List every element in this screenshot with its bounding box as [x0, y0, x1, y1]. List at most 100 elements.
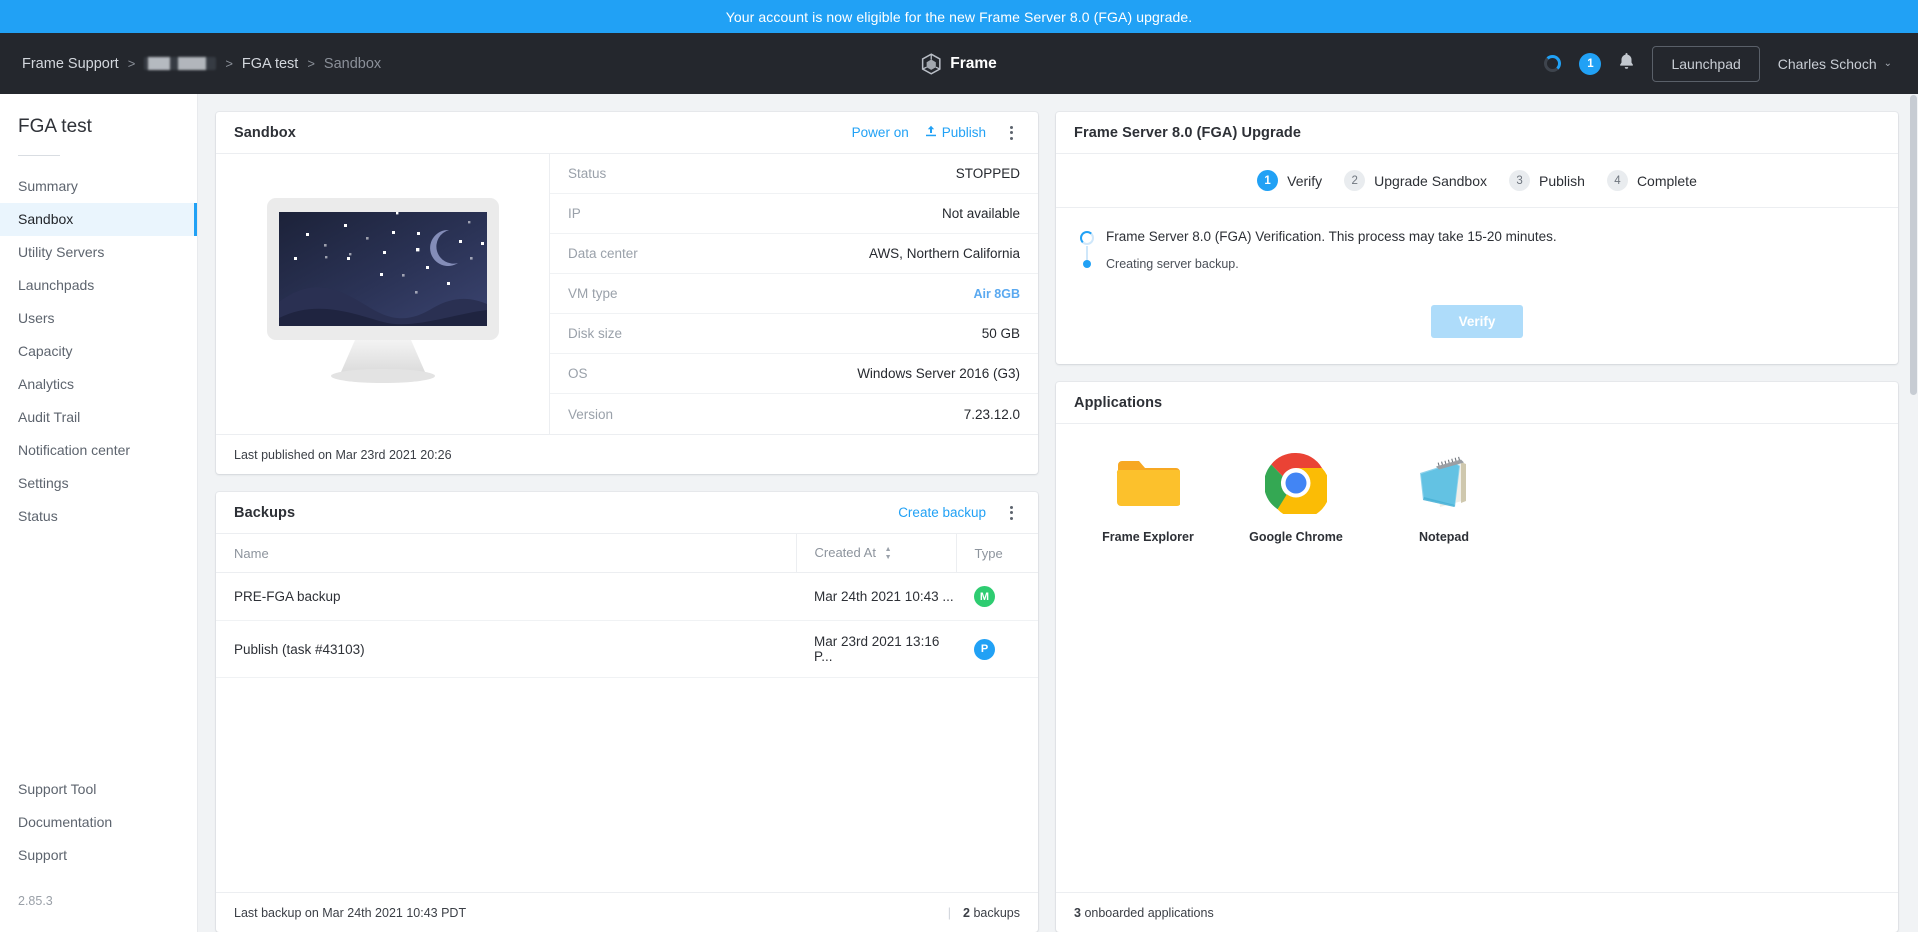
task-count-badge[interactable]: 1: [1579, 52, 1602, 75]
applications-grid: Frame Explorer Google Chrome Notepad: [1056, 424, 1898, 892]
verify-button[interactable]: Verify: [1430, 305, 1524, 338]
sandbox-card-actions: Power on Publish: [852, 124, 1020, 142]
step-verify[interactable]: 1 Verify: [1257, 170, 1322, 191]
sync-spinner-icon: [1544, 55, 1562, 72]
create-backup-button[interactable]: Create backup: [898, 505, 986, 520]
sidebar-item-audit-trail[interactable]: Audit Trail: [0, 401, 197, 434]
step-upgrade-sandbox[interactable]: 2 Upgrade Sandbox: [1344, 170, 1487, 191]
announcement-banner: Your account is now eligible for the new…: [0, 0, 1918, 33]
upgrade-progress-area: Frame Server 8.0 (FGA) Verification. Thi…: [1056, 208, 1898, 283]
step-label: Publish: [1539, 172, 1585, 189]
bell-icon[interactable]: [1619, 52, 1634, 75]
app-tile-google-chrome[interactable]: Google Chrome: [1222, 450, 1370, 892]
main-content: Sandbox Power on Publish Status STOPPED …: [198, 94, 1918, 932]
breadcrumb-item-redacted[interactable]: [144, 57, 217, 70]
sidebar-item-users[interactable]: Users: [0, 302, 197, 335]
progress-main-text: Frame Server 8.0 (FGA) Verification. Thi…: [1106, 229, 1557, 244]
detail-row-ip: IP Not available: [550, 194, 1038, 234]
sidebar-item-support-tool[interactable]: Support Tool: [0, 773, 197, 806]
detail-value: 7.23.12.0: [963, 406, 1020, 422]
sidebar-item-support[interactable]: Support: [0, 839, 197, 872]
detail-label: VM type: [568, 286, 618, 301]
backups-table-head: Name Created At ▲ ▼ Type: [216, 534, 1038, 574]
last-published-label: Last published on Mar 23rd 2021 20:26: [234, 447, 452, 462]
type-avatar: P: [974, 638, 995, 660]
detail-label: Status: [568, 166, 607, 181]
header-actions: 1 Launchpad Charles Schoch ⌄: [1544, 45, 1896, 82]
applications-card: Applications Frame Explorer Google Chrom…: [1056, 382, 1898, 932]
sandbox-card-body: Status STOPPED IP Not available Data cen…: [216, 154, 1038, 434]
step-complete[interactable]: 4 Complete: [1606, 170, 1697, 191]
user-name-label: Charles Schoch: [1777, 55, 1877, 72]
column-header-name[interactable]: Name: [216, 534, 796, 574]
detail-label: Data center: [568, 246, 638, 261]
backups-footer-right: | 2 backups: [948, 906, 1020, 920]
sidebar: FGA test Summary Sandbox Utility Servers…: [0, 94, 198, 932]
sidebar-item-summary[interactable]: Summary: [0, 170, 197, 203]
progress-step-sub: Creating server backup.: [1080, 255, 1874, 273]
onboarded-apps-number: 3: [1074, 905, 1081, 920]
table-row[interactable]: Publish (task #43103) Mar 23rd 2021 13:1…: [216, 620, 1038, 679]
backups-table: Name Created At ▲ ▼ Type PRE-FGA backup …: [216, 534, 1038, 679]
sidebar-item-sandbox[interactable]: Sandbox: [0, 203, 197, 236]
step-label: Upgrade Sandbox: [1374, 172, 1488, 189]
sidebar-item-settings[interactable]: Settings: [0, 467, 197, 500]
upload-icon: [925, 125, 937, 140]
onboarded-apps-count: 3 onboarded applications: [1074, 906, 1214, 920]
sandbox-thumbnail-pane: [216, 154, 550, 434]
table-header-row: Name Created At ▲ ▼ Type: [216, 534, 1038, 574]
sort-arrows-icon[interactable]: ▲ ▼: [885, 546, 892, 561]
app-root: Your account is now eligible for the new…: [0, 0, 1918, 932]
publish-label: Publish: [941, 125, 986, 140]
sidebar-item-documentation[interactable]: Documentation: [0, 806, 197, 839]
column-header-created-at-label: Created At: [814, 545, 876, 560]
column-header-created-at[interactable]: Created At ▲ ▼: [795, 534, 956, 574]
sidebar-item-launchpads[interactable]: Launchpads: [0, 269, 197, 302]
backups-card-actions: Create backup: [898, 504, 1020, 522]
sandbox-card-title: Sandbox: [234, 124, 296, 141]
step-publish[interactable]: 3 Publish: [1509, 170, 1585, 191]
sidebar-item-capacity[interactable]: Capacity: [0, 335, 197, 368]
backup-type-cell: P: [956, 620, 1038, 679]
sidebar-bottom-group: Support Tool Documentation Support 2.85.…: [0, 773, 197, 932]
table-row[interactable]: PRE-FGA backup Mar 24th 2021 10:43 ... M: [216, 572, 1038, 622]
launchpad-button[interactable]: Launchpad: [1652, 45, 1760, 82]
sandbox-details: Status STOPPED IP Not available Data cen…: [550, 154, 1038, 434]
backups-more-menu-icon[interactable]: [1002, 504, 1020, 522]
app-tile-notepad[interactable]: Notepad: [1370, 450, 1518, 892]
publish-button[interactable]: Publish: [925, 125, 986, 140]
backups-empty-space: [216, 678, 1038, 892]
power-on-label: Power on: [851, 125, 909, 140]
vm-type-link[interactable]: Air 8GB: [973, 287, 1020, 301]
banner-message: Your account is now eligible for the new…: [725, 8, 1193, 25]
desktop-monitor-icon: [263, 194, 503, 395]
sandbox-card-header: Sandbox Power on Publish: [216, 112, 1038, 154]
app-tile-frame-explorer[interactable]: Frame Explorer: [1074, 450, 1222, 892]
sandbox-card-footer: Last published on Mar 23rd 2021 20:26: [216, 434, 1038, 474]
footer-divider: |: [947, 905, 951, 920]
backup-name-cell: PRE-FGA backup: [216, 572, 796, 622]
breadcrumb-item-2[interactable]: FGA test: [242, 56, 298, 72]
upgrade-card-title: Frame Server 8.0 (FGA) Upgrade: [1074, 124, 1302, 141]
step-number: 1: [1257, 170, 1279, 191]
sidebar-item-analytics[interactable]: Analytics: [0, 368, 197, 401]
page-scrollbar[interactable]: [1910, 95, 1917, 395]
app-label: Notepad: [1419, 530, 1469, 544]
sandbox-more-menu-icon[interactable]: [1002, 124, 1020, 142]
detail-value: Not available: [941, 206, 1020, 221]
backups-card-footer: Last backup on Mar 24th 2021 10:43 PDT |…: [216, 892, 1038, 932]
breadcrumb-item-0[interactable]: Frame Support: [22, 56, 119, 72]
power-on-button[interactable]: Power on: [852, 125, 909, 140]
sidebar-item-utility-servers[interactable]: Utility Servers: [0, 236, 197, 269]
upgrade-card: Frame Server 8.0 (FGA) Upgrade 1 Verify …: [1056, 112, 1898, 364]
detail-value: STOPPED: [955, 166, 1020, 181]
loading-spinner-icon: [1080, 231, 1094, 245]
detail-row-version: Version 7.23.12.0: [550, 394, 1038, 434]
upgrade-card-header: Frame Server 8.0 (FGA) Upgrade: [1056, 112, 1898, 154]
breadcrumb-item-current: Sandbox: [323, 55, 382, 72]
column-header-type[interactable]: Type: [955, 534, 1038, 574]
sidebar-item-status[interactable]: Status: [0, 500, 197, 533]
user-menu[interactable]: Charles Schoch ⌄: [1778, 56, 1896, 72]
sidebar-item-notification-center[interactable]: Notification center: [0, 434, 197, 467]
backups-table-body: PRE-FGA backup Mar 24th 2021 10:43 ... M: [216, 572, 1038, 679]
